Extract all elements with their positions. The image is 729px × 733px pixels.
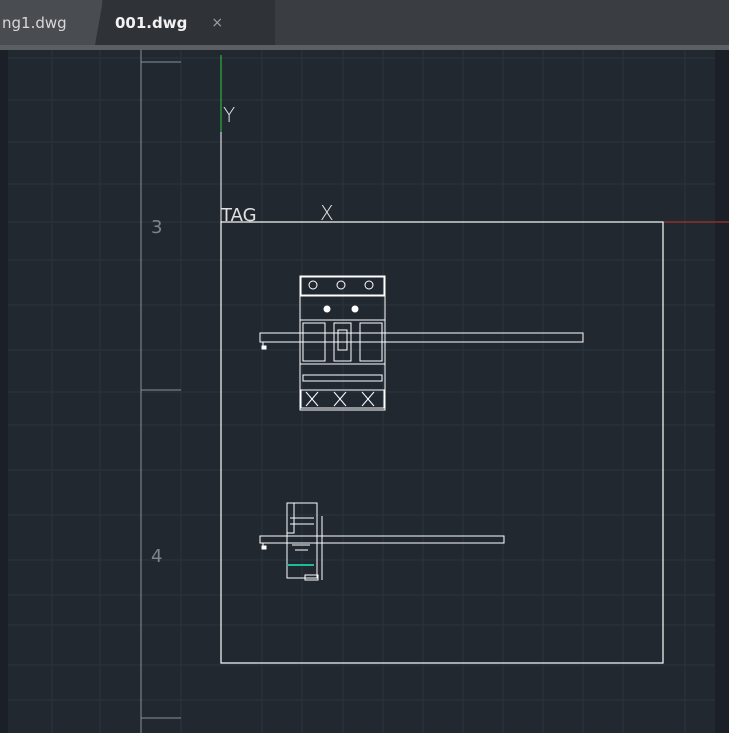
close-icon[interactable]: ×: [211, 15, 223, 31]
ruler-label-3: 3: [151, 217, 162, 238]
cad-app: ng1.dwg 001.dwg × 3 4 Y X TAG: [0, 0, 729, 733]
tab-001[interactable]: 001.dwg ×: [95, 0, 275, 45]
tab-label: ng1.dwg: [2, 13, 67, 32]
ucs-y-label: Y: [223, 103, 235, 127]
drawing-canvas[interactable]: 3 4 Y X TAG: [0, 50, 729, 733]
circuit-breaker-symbol-large[interactable]: [259, 275, 584, 411]
grid: [8, 50, 715, 733]
ruler-label-4: 4: [151, 546, 162, 567]
drawing-frame[interactable]: [220, 221, 664, 664]
tag-label: TAG: [220, 205, 257, 226]
tab-drawing1[interactable]: ng1.dwg: [0, 0, 102, 45]
document-tab-bar: ng1.dwg 001.dwg ×: [0, 0, 729, 50]
tab-label: 001.dwg: [115, 13, 188, 32]
